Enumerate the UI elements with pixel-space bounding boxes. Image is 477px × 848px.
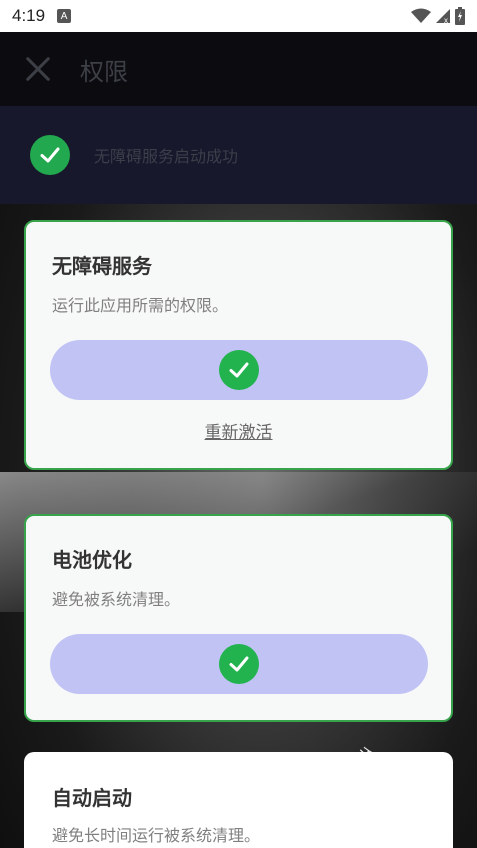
battery-optimization-card: 电池优化 避免被系统清理。 (24, 514, 453, 722)
card-title: 电池优化 (52, 548, 132, 572)
success-banner: 无障碍服务启动成功 (0, 106, 477, 204)
card-description: 避免长时间运行被系统清理。 (52, 826, 261, 845)
wifi-icon (411, 8, 431, 23)
check-circle-icon (30, 135, 70, 175)
battery-enabled-button[interactable] (50, 634, 428, 694)
status-time: 4:19 (12, 6, 46, 25)
check-circle-icon (219, 644, 259, 684)
cellular-signal-icon: x (436, 9, 450, 24)
check-circle-icon (219, 350, 259, 390)
app-bar: 权限 (0, 32, 477, 106)
svg-text:x: x (444, 16, 448, 24)
accessibility-enabled-button[interactable] (50, 340, 428, 400)
battery-charging-icon (455, 7, 465, 25)
notification-a-icon: A (57, 9, 72, 23)
status-bar: 4:19 A x (0, 0, 477, 32)
banner-message: 无障碍服务启动成功 (94, 147, 239, 166)
close-icon[interactable] (22, 53, 54, 85)
status-right-icons: x (411, 7, 465, 25)
card-title: 无障碍服务 (52, 254, 152, 278)
reactivate-link[interactable]: 重新激活 (26, 418, 451, 443)
card-description: 运行此应用所需的权限。 (52, 296, 229, 315)
card-description: 避免被系统清理。 (52, 590, 181, 609)
card-title: 自动启动 (52, 786, 132, 810)
accessibility-card: 无障碍服务 运行此应用所需的权限。 重新激活 (24, 220, 453, 470)
page-title: 权限 (80, 57, 128, 86)
